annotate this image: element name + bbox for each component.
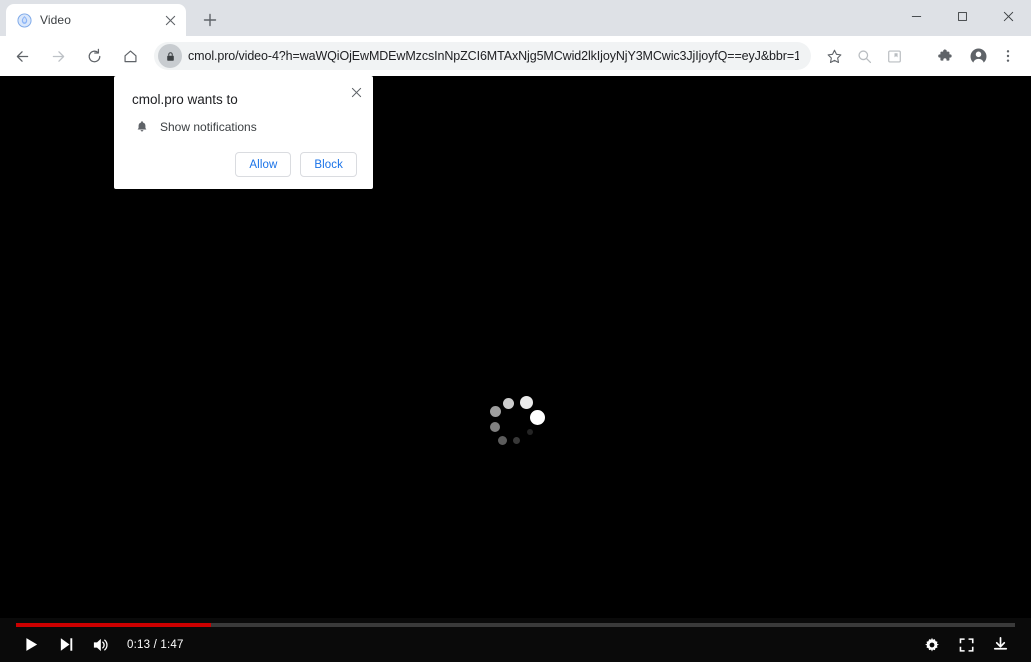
close-icon: [1003, 11, 1014, 22]
chrome-menu-icon[interactable]: [995, 43, 1021, 69]
arrow-right-icon: [50, 48, 67, 65]
loading-spinner-icon: [489, 387, 545, 449]
address-bar[interactable]: cmol.pro/video-4?h=waWQiOjEwMDEwMzcsInNp…: [154, 42, 811, 70]
bookmark-star-icon[interactable]: [821, 43, 847, 69]
back-button[interactable]: [7, 41, 37, 71]
profile-avatar-icon[interactable]: [965, 43, 991, 69]
fullscreen-icon: [958, 637, 975, 653]
video-control-bar: 0:13 / 1:47: [0, 618, 1031, 662]
next-button[interactable]: [51, 630, 81, 660]
permission-item: Show notifications: [132, 119, 357, 134]
minimize-icon: [911, 11, 922, 22]
forward-button[interactable]: [43, 41, 73, 71]
play-button[interactable]: [16, 630, 46, 660]
home-icon: [122, 48, 139, 65]
browser-toolbar: cmol.pro/video-4?h=waWQiOjEwMDEwMzcsInNp…: [0, 36, 1031, 76]
maximize-icon: [957, 11, 968, 22]
bell-icon: [134, 119, 149, 134]
video-controls-right: [917, 630, 1015, 660]
lock-icon[interactable]: [158, 44, 182, 68]
notification-permission-dialog: cmol.pro wants to Show notifications All…: [114, 76, 373, 189]
new-tab-button[interactable]: [196, 6, 224, 34]
arrow-left-icon: [14, 48, 31, 65]
url-text: cmol.pro/video-4?h=waWQiOjEwMDEwMzcsInNp…: [188, 49, 799, 63]
video-controls-row: 0:13 / 1:47: [0, 627, 1031, 662]
volume-icon: [92, 636, 111, 654]
gear-icon: [924, 637, 940, 653]
skip-next-icon: [58, 636, 75, 653]
plus-icon: [203, 13, 217, 27]
blue-circle-favicon: [16, 12, 32, 28]
reload-icon: [86, 48, 103, 65]
block-button[interactable]: Block: [300, 152, 357, 177]
volume-button[interactable]: [86, 630, 116, 660]
download-icon: [992, 636, 1009, 653]
permission-dialog-title: cmol.pro wants to: [132, 92, 357, 107]
close-icon[interactable]: [347, 83, 365, 101]
fullscreen-button[interactable]: [951, 630, 981, 660]
reading-list-icon[interactable]: [881, 43, 907, 69]
permission-item-label: Show notifications: [160, 120, 257, 134]
extensions-puzzle-icon[interactable]: [931, 43, 957, 69]
settings-button[interactable]: [917, 630, 947, 660]
home-button[interactable]: [115, 41, 145, 71]
maximize-button[interactable]: [939, 0, 985, 32]
video-page-content: cmol.pro wants to Show notifications All…: [0, 76, 1031, 662]
tab-strip: Video: [0, 0, 1031, 36]
reload-button[interactable]: [79, 41, 109, 71]
close-button[interactable]: [985, 0, 1031, 32]
minimize-button[interactable]: [893, 0, 939, 32]
browser-window: Video: [0, 0, 1031, 662]
tab-title: Video: [40, 13, 154, 27]
download-button[interactable]: [985, 630, 1015, 660]
search-icon[interactable]: [851, 43, 877, 69]
allow-button[interactable]: Allow: [235, 152, 291, 177]
play-icon: [23, 636, 40, 653]
window-controls: [893, 0, 1031, 32]
video-time-display: 0:13 / 1:47: [127, 639, 184, 651]
close-icon[interactable]: [162, 12, 178, 28]
permission-dialog-actions: Allow Block: [132, 152, 357, 177]
browser-tab[interactable]: Video: [6, 4, 186, 36]
